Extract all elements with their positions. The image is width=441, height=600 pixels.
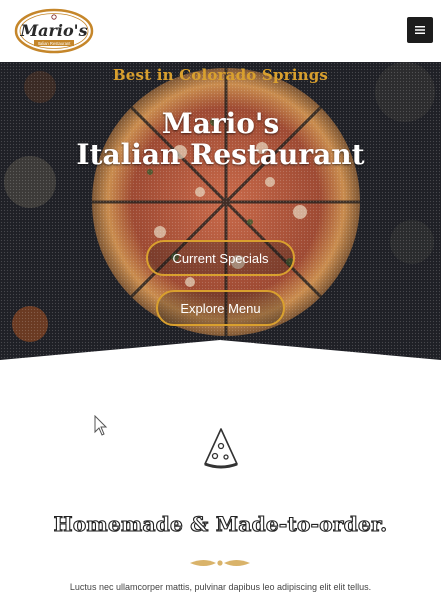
ornament-divider-icon — [190, 560, 250, 566]
hero-title-line2: Italian Restaurant — [76, 138, 365, 171]
hero-bottom-divider — [0, 340, 441, 362]
hero-title: Mario's Italian Restaurant — [0, 108, 441, 170]
current-specials-button[interactable]: Current Specials — [146, 240, 295, 276]
mouse-cursor-icon — [94, 415, 108, 436]
explore-menu-button[interactable]: Explore Menu — [156, 290, 285, 326]
section-body-text: Luctus nec ullamcorper mattis, pulvinar … — [69, 582, 372, 592]
hero-tagline: Best in Colorado Springs — [112, 66, 329, 84]
pizza-slice-icon — [204, 428, 238, 469]
logo-subtext: Italian Restaurant — [38, 41, 72, 46]
site-header: Mario's Italian Restaurant — [0, 0, 441, 62]
hamburger-icon — [415, 26, 425, 34]
logo-text: Mario's — [19, 21, 87, 40]
menu-toggle-button[interactable] — [407, 17, 433, 43]
hero-section: Best in Colorado Springs Mario's Italian… — [0, 62, 441, 360]
hero-title-line1: Mario's — [161, 107, 280, 140]
section-title: Homemade & Made-to-order. — [53, 511, 388, 536]
site-logo[interactable]: Mario's Italian Restaurant — [14, 8, 94, 54]
